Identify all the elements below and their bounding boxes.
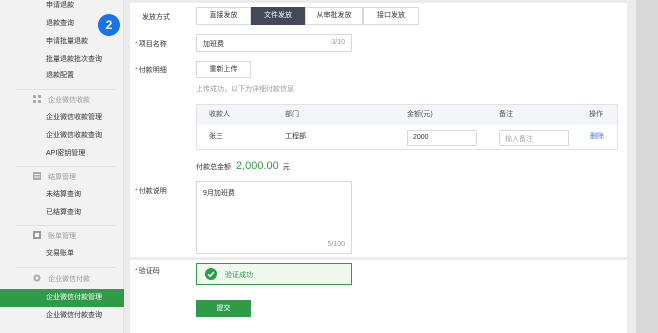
tab-approval[interactable]: 从审批发放 [305, 7, 363, 25]
sidebar-item-settled[interactable]: 已结算查询 [0, 204, 124, 222]
header-dept: 部门 [285, 111, 299, 118]
step-badge: 2 [98, 14, 120, 36]
detail-label-text: 付款明细 [138, 67, 167, 74]
sidebar-item-batch-refund[interactable]: 申请批量退款 [0, 33, 124, 51]
sidebar-item-pay-query[interactable]: 企业微信付款查询 [0, 307, 124, 325]
sidebar-section-label: 企业微信付款 [47, 276, 90, 283]
project-name-input[interactable]: 加班费 3/10 [196, 34, 352, 52]
project-label: *项目名称 [135, 39, 167, 49]
total-label: 付款总金额 [196, 164, 231, 171]
sidebar-item-collect-query[interactable]: 企业微信收款查询 [0, 127, 124, 145]
payment-detail-table: 收款人 部门 金额(元) 备注 操作 张三 工程部 2000 输入备注 删除 [196, 104, 618, 150]
sidebar-section-pay: 企业微信付款 [0, 271, 124, 289]
header-action: 操作 [589, 111, 603, 118]
captcha-label-text: 验证码 [138, 268, 160, 275]
sidebar-item-collect-manage[interactable]: 企业微信收款管理 [0, 109, 124, 127]
bill-icon [33, 231, 41, 239]
sidebar-item-unsettled[interactable]: 未结算查询 [0, 186, 124, 204]
header-amount: 金额(元) [407, 111, 433, 118]
sidebar-item-apply-refund[interactable]: 申请退款 [0, 0, 124, 15]
sidebar-section-collect: 企业微信收款 [0, 92, 124, 110]
sidebar-item-refund-config[interactable]: 退款配置 [0, 67, 124, 85]
right-scroll-area [636, 0, 658, 333]
tab-direct[interactable]: 直接发放 [196, 7, 251, 25]
sidebar-divider [16, 267, 116, 268]
sidebar-divider [16, 89, 116, 90]
total-value: 2,000.00 [235, 160, 279, 172]
method-label: 发放方式 [142, 14, 170, 21]
desc-label: *付款说明 [135, 186, 167, 196]
captcha-status: 验证成功 [225, 272, 253, 279]
sidebar-section-bill: 账单管理 [0, 228, 124, 246]
delete-link[interactable]: 删除 [590, 127, 604, 147]
required-mark: * [135, 268, 138, 275]
sidebar-item-api-key[interactable]: API密钥管理 [0, 145, 124, 163]
sidebar: 申请退款 退款查询 申请批量退款 批量退款批次查询 退款配置 企业微信收款 企业… [0, 0, 124, 333]
payment-form-card: 发放方式 直接发放 文件发放 从审批发放 接口发放 *项目名称 加班费 3/10… [130, 3, 627, 257]
tab-api[interactable]: 接口发放 [363, 7, 419, 25]
sidebar-section-label: 结算管理 [47, 174, 76, 181]
tab-file[interactable]: 文件发放 [251, 7, 305, 25]
required-mark: * [135, 67, 138, 74]
captcha-label: *验证码 [135, 266, 160, 276]
captcha-card: *验证码 验证成功 提交 [130, 260, 627, 333]
desc-value: 9月加班费 [203, 190, 235, 197]
remark-placeholder: 输入备注 [505, 136, 533, 143]
sidebar-section-label: 账单管理 [47, 233, 76, 240]
desc-label-text: 付款说明 [138, 188, 167, 195]
project-label-text: 项目名称 [138, 41, 167, 48]
header-remark: 备注 [499, 111, 513, 118]
captcha-verified-box: 验证成功 [196, 263, 352, 285]
project-name-count: 3/10 [331, 39, 345, 46]
table-header: 收款人 部门 金额(元) 备注 操作 [197, 105, 617, 125]
list-icon [33, 172, 41, 180]
detail-label: *付款明细 [135, 65, 167, 75]
wallet-icon [33, 274, 41, 282]
total-unit: 元 [282, 164, 290, 171]
submit-button[interactable]: 提交 [196, 300, 251, 317]
header-payee: 收款人 [209, 111, 230, 118]
desc-count: 5/100 [327, 241, 345, 248]
amount-input[interactable]: 2000 [407, 130, 477, 146]
required-mark: * [135, 41, 138, 48]
project-name-value: 加班费 [203, 41, 224, 48]
sidebar-section-settle: 结算管理 [0, 169, 124, 187]
grid-icon [33, 95, 41, 103]
cell-dept: 工程部 [285, 133, 306, 140]
reupload-button[interactable]: 重新上传 [196, 61, 251, 78]
remark-input[interactable]: 输入备注 [499, 130, 569, 146]
amount-value: 2000 [413, 134, 429, 141]
total-amount: 付款总金额 2,000.00 元 [196, 160, 290, 172]
sidebar-item-pay-manage[interactable]: 企业微信付款管理 [0, 289, 124, 307]
sidebar-divider [16, 225, 116, 226]
sidebar-item-trade-bill[interactable]: 交易账单 [0, 245, 124, 263]
desc-textarea[interactable]: 9月加班费 5/100 [196, 181, 352, 254]
check-icon [205, 268, 217, 280]
sidebar-divider [16, 166, 116, 167]
cell-payee: 张三 [209, 133, 223, 140]
sidebar-section-label: 企业微信收款 [47, 97, 90, 104]
upload-hint: 上传成功，以下为详细付款信息 [196, 86, 294, 93]
required-mark: * [135, 188, 138, 195]
